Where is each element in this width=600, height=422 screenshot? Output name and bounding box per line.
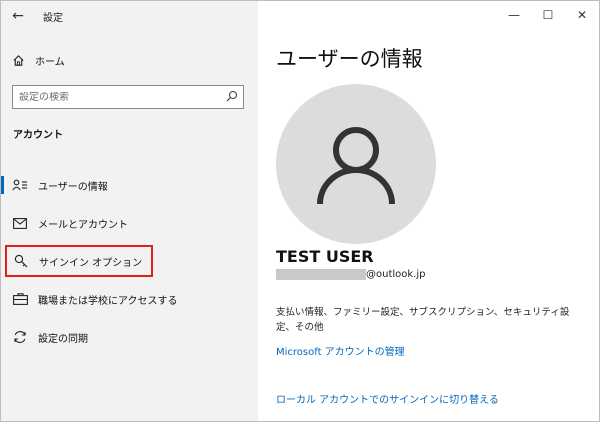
email-domain: @outlook.jp <box>366 269 426 280</box>
sidebar-item-user-info[interactable]: ユーザーの情報 <box>1 166 258 204</box>
switch-to-local-account-link[interactable]: ローカル アカウントでのサインインに切り替える <box>276 391 499 406</box>
sidebar-item-label: メールとアカウント <box>38 219 128 231</box>
section-title-accounts: アカウント <box>13 130 63 141</box>
sidebar: ← 設定 ホーム アカウント <box>1 1 258 421</box>
account-description: 支払い情報、ファミリー設定、サブスクリプション、セキュリティ設定、その他 <box>276 307 570 333</box>
sidebar-item-mail-accounts[interactable]: メールとアカウント <box>1 204 258 242</box>
sidebar-item-label: 設定の同期 <box>38 333 88 345</box>
sidebar-item-label: ユーザーの情報 <box>38 181 108 193</box>
settings-window: ← 設定 ホーム アカウント <box>0 0 600 422</box>
email-redaction <box>276 269 366 280</box>
account-nav-list: ユーザーの情報 メールとアカウント サインイン オプション 職場または学校にアク… <box>1 166 258 356</box>
user-avatar-icon <box>317 127 395 205</box>
email-address: @outlook.jp <box>276 269 426 280</box>
manage-microsoft-account-link[interactable]: Microsoft アカウントの管理 <box>276 343 405 358</box>
title-bar: ← 設定 <box>1 1 258 31</box>
user-info-icon <box>11 177 29 193</box>
key-icon <box>12 253 30 269</box>
search-icon[interactable] <box>226 90 238 105</box>
back-arrow-icon[interactable]: ← <box>1 1 35 31</box>
sidebar-item-home[interactable]: ホーム <box>9 49 249 71</box>
page-title: ユーザーの情報 <box>276 47 423 71</box>
sidebar-item-label: サインイン オプション <box>39 257 143 269</box>
mail-icon <box>11 215 29 231</box>
app-title: 設定 <box>43 12 63 24</box>
sidebar-item-sign-in-options[interactable]: サインイン オプション <box>5 245 153 277</box>
sidebar-item-sync[interactable]: 設定の同期 <box>1 318 258 356</box>
sidebar-item-label: 職場または学校にアクセスする <box>38 295 178 307</box>
search-input[interactable] <box>19 91 209 103</box>
avatar <box>276 84 436 244</box>
main-content: ユーザーの情報 TEST USER @outlook.jp 支払い情報、ファミリ… <box>276 1 596 421</box>
user-name: TEST USER <box>276 247 374 266</box>
search-box[interactable] <box>12 85 244 109</box>
home-label: ホーム <box>35 56 65 68</box>
sync-icon <box>11 329 29 345</box>
home-icon <box>9 54 27 67</box>
sidebar-item-work-school[interactable]: 職場または学校にアクセスする <box>1 280 258 318</box>
briefcase-icon <box>11 291 29 307</box>
